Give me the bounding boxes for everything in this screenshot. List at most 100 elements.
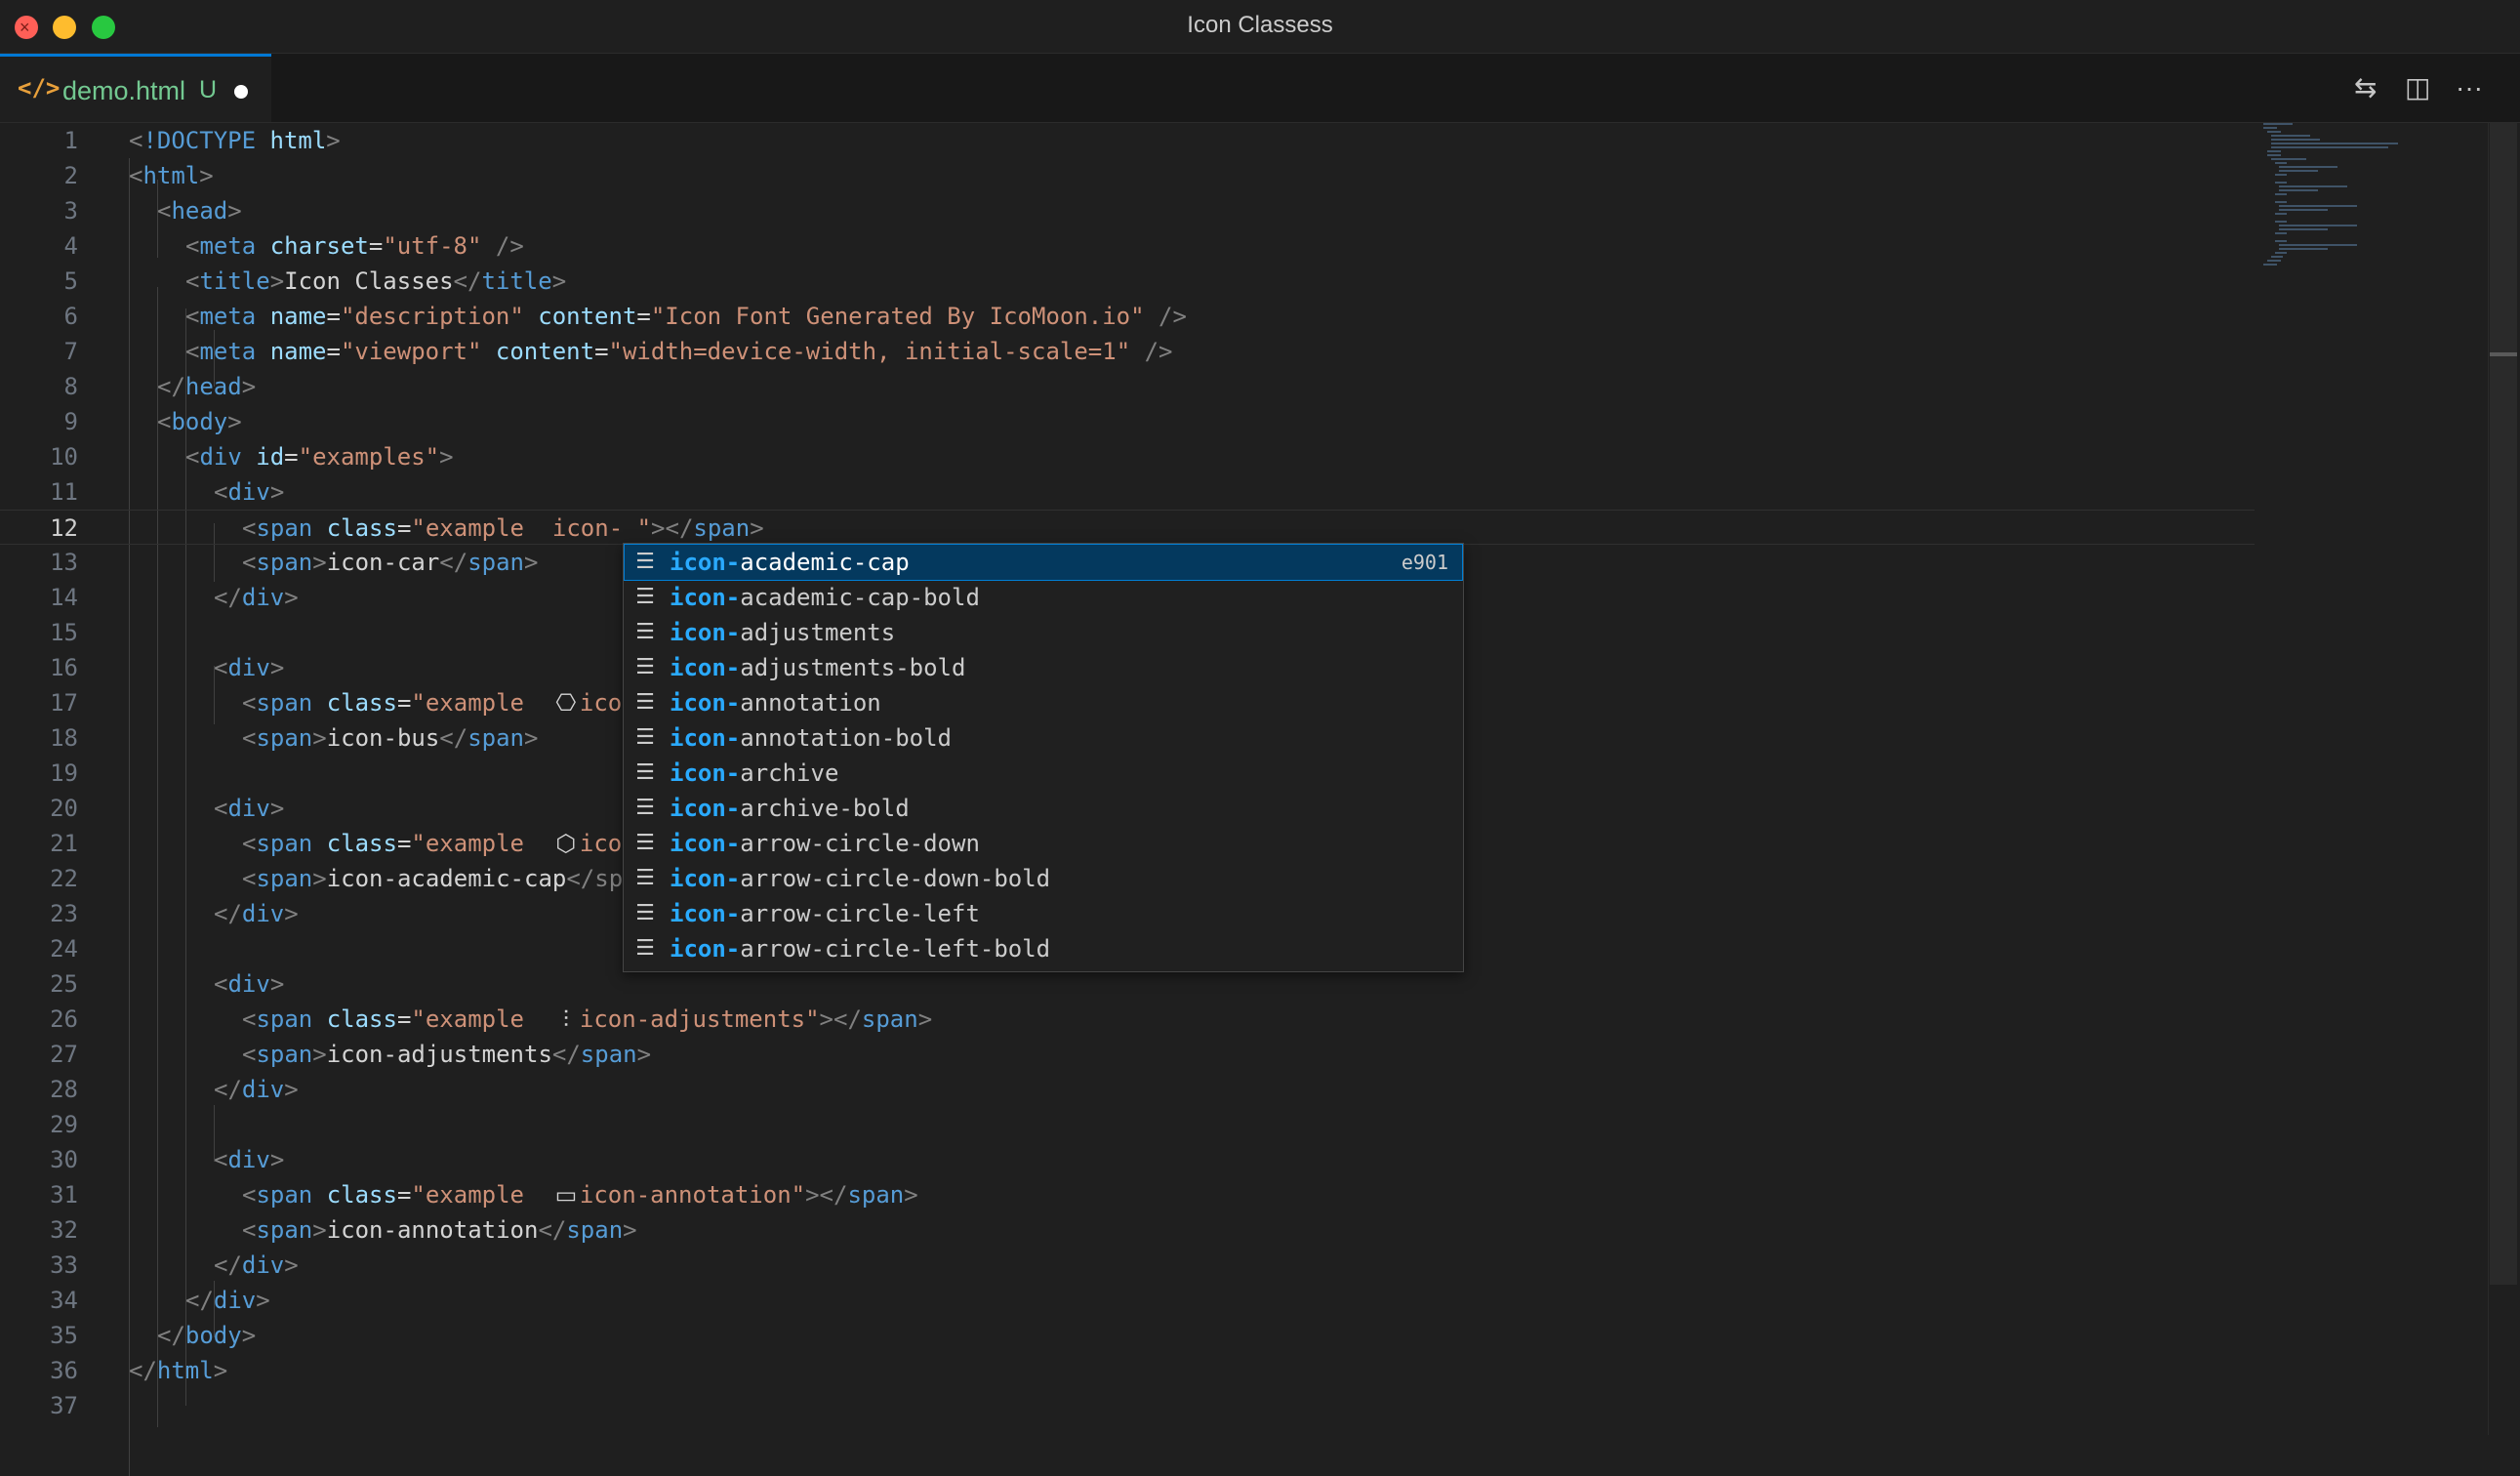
line-number: 28	[50, 1076, 78, 1103]
line-number: 17	[50, 689, 78, 717]
suggestion-item[interactable]: ☰ icon-academic-cap e901	[624, 544, 1463, 581]
line-number: 6	[63, 303, 78, 330]
code-line: 8 </head>	[0, 369, 2255, 404]
tab-filename: demo.html	[62, 76, 186, 105]
line-number: 24	[50, 935, 78, 963]
line-number: 22	[50, 865, 78, 892]
line-number: 21	[50, 830, 78, 857]
line-number: 18	[50, 724, 78, 752]
text-item-icon: ☰	[635, 550, 655, 574]
split-editor-icon[interactable]: ◫	[2405, 73, 2430, 102]
code-line: 7 <meta name="viewport" content="width=de…	[0, 334, 2255, 369]
code-line: 35 </body>	[0, 1318, 2255, 1353]
line-number: 14	[50, 584, 78, 611]
suggestion-item[interactable]: ☰ icon-arrow-circle-left	[625, 896, 1462, 931]
html-file-icon: </>	[18, 74, 61, 102]
suggestion-item[interactable]: ☰ icon-adjustments-bold	[625, 650, 1462, 685]
line-number: 11	[50, 478, 78, 506]
line-number: 13	[50, 549, 78, 576]
text-item-icon: ☰	[635, 796, 655, 820]
line-number: 5	[63, 267, 78, 295]
line-number: 9	[63, 408, 78, 435]
text-item-icon: ☰	[635, 831, 655, 855]
line-number: 37	[50, 1392, 78, 1419]
line-number: 15	[50, 619, 78, 646]
adjustments-icon: ⫶	[562, 1005, 569, 1033]
line-number: 2	[63, 162, 78, 189]
code-line: 31 <span class="example ▭ icon-annotation"…	[0, 1177, 2255, 1212]
line-number: 35	[50, 1322, 78, 1349]
text-item-icon: ☰	[635, 585, 655, 609]
line-number: 19	[50, 759, 78, 787]
line-number: 10	[50, 443, 78, 471]
line-number: 33	[50, 1251, 78, 1279]
text-item-icon: ☰	[635, 760, 655, 785]
bus-icon: ⎔	[555, 689, 577, 717]
autocomplete-suggestions[interactable]: ☰ icon-academic-cap e901 ☰ icon-academic-ca…	[623, 543, 1464, 972]
scrollbar-thumb[interactable]	[2490, 123, 2517, 1285]
suggestion-item[interactable]: ☰ icon-arrow-circle-left-bold	[625, 931, 1462, 966]
text-item-icon: ☰	[635, 620, 655, 644]
suggestion-item[interactable]: ☰ icon-annotation	[625, 685, 1462, 720]
code-line: 11 <div>	[0, 474, 2255, 510]
line-number: 12	[50, 514, 78, 542]
code-line: 37	[0, 1388, 2255, 1423]
line-number: 3	[63, 197, 78, 225]
suggestion-item[interactable]: ☰ icon-annotation-bold	[625, 720, 1462, 756]
minimap[interactable]	[2259, 123, 2484, 279]
suggestion-item[interactable]: ☰ icon-archive	[625, 756, 1462, 791]
code-line: 29	[0, 1107, 2255, 1142]
line-number: 7	[63, 338, 78, 365]
tab-bar: </> demo.html U ⇆ ◫ ···	[0, 54, 2520, 123]
suggestion-item[interactable]: ☰ icon-arrow-circle-down	[625, 826, 1462, 861]
suggestion-item[interactable]: ☰ icon-academic-cap-bold	[625, 580, 1462, 615]
suggestion-item[interactable]: ☰ icon-arrow-circle-down-bold	[625, 861, 1462, 896]
code-line-current[interactable]: 12 <span class="example icon- "></span>	[0, 510, 2255, 545]
line-number: 4	[63, 232, 78, 260]
code-line: 9 <body>	[0, 404, 2255, 439]
code-line: 3 <head>	[0, 193, 2255, 228]
suggestion-item[interactable]: ☰ icon-adjustments	[625, 615, 1462, 650]
code-line: 28 </div>	[0, 1072, 2255, 1107]
line-number: 25	[50, 970, 78, 998]
suggestion-detail: e901	[1401, 551, 1448, 574]
text-item-icon: ☰	[635, 866, 655, 890]
line-number: 8	[63, 373, 78, 400]
compare-changes-icon[interactable]: ⇆	[2354, 73, 2377, 102]
tab-demo-html[interactable]: </> demo.html U	[0, 54, 271, 122]
line-number: 26	[50, 1005, 78, 1033]
code-line: 30 <div>	[0, 1142, 2255, 1177]
more-actions-icon[interactable]: ···	[2456, 73, 2483, 102]
code-line: 10 <div id="examples">	[0, 439, 2255, 474]
title-bar: × Icon Classess	[0, 0, 2520, 54]
unsaved-dot-icon[interactable]	[234, 85, 248, 99]
line-number: 30	[50, 1146, 78, 1173]
code-line: 26 <span class="example ⫶ icon-adjustments…	[0, 1002, 2255, 1037]
git-status-badge: U	[199, 76, 218, 103]
line-number: 1	[63, 127, 78, 154]
line-number: 36	[50, 1357, 78, 1384]
code-line: 34 </div>	[0, 1283, 2255, 1318]
line-number: 29	[50, 1111, 78, 1138]
text-item-icon: ☰	[635, 690, 655, 715]
line-number: 32	[50, 1216, 78, 1244]
code-line: 32 <span>icon-annotation</span>	[0, 1212, 2255, 1248]
window-title: Icon Classess	[1187, 12, 1333, 38]
line-number: 20	[50, 795, 78, 822]
line-number: 27	[50, 1041, 78, 1068]
text-item-icon: ☰	[635, 655, 655, 679]
code-line: 2 <html>	[0, 158, 2255, 193]
line-number: 31	[50, 1181, 78, 1209]
suggestion-item[interactable]: ☰ icon-archive-bold	[625, 791, 1462, 826]
line-number: 16	[50, 654, 78, 681]
text-item-icon: ☰	[635, 725, 655, 750]
scrollbar-cursor-marker	[2490, 352, 2517, 356]
text-item-icon: ☰	[635, 901, 655, 925]
line-number: 23	[50, 900, 78, 927]
academic-cap-icon: ⬡	[555, 830, 577, 857]
code-line: 33 </div>	[0, 1248, 2255, 1283]
code-line: 6 <meta name="description" content="Icon …	[0, 299, 2255, 334]
annotation-icon: ▭	[554, 1181, 578, 1209]
code-line: 27 <span>icon-adjustments</span>	[0, 1037, 2255, 1072]
text-item-icon: ☰	[635, 936, 655, 961]
